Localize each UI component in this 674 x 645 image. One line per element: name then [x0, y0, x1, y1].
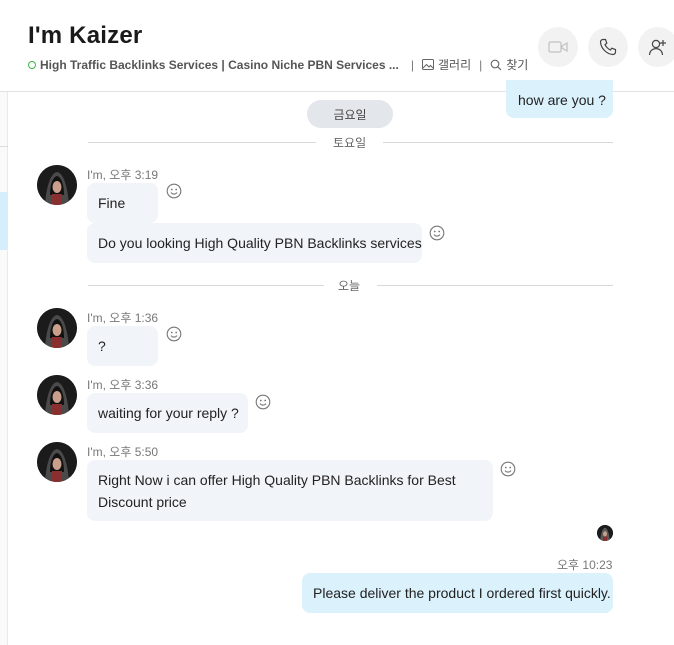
message-meta: I'm, 오후 5:50 — [87, 445, 159, 459]
find-label: 찾기 — [506, 58, 529, 72]
gallery-icon — [421, 59, 434, 70]
message-text-line: Discount price — [98, 494, 187, 510]
sticky-date-pill: 금요일 — [307, 100, 393, 128]
outgoing-message[interactable]: Please deliver the product I ordered fir… — [302, 573, 613, 613]
add-people-button[interactable] — [638, 27, 674, 67]
message-timestamp: 오후 10:23 — [557, 558, 613, 572]
mood-message: High Traffic Backlinks Services | Casino… — [40, 57, 399, 72]
date-divider-line — [88, 142, 316, 143]
find-link[interactable]: 찾기 — [490, 56, 528, 73]
search-icon — [490, 59, 502, 70]
avatar[interactable] — [37, 165, 77, 205]
separator: | — [479, 57, 483, 72]
message-meta: I'm, 오후 1:36 — [87, 311, 159, 325]
smiley-reaction-icon[interactable] — [500, 461, 516, 477]
read-receipt-avatar — [597, 525, 613, 541]
phone-call-icon — [599, 38, 617, 56]
video-call-icon — [548, 41, 568, 53]
date-divider-line — [377, 285, 613, 286]
hooded-figure-icon — [37, 165, 77, 205]
chat-header: I'm Kaizer High Traffic Backlinks Servic… — [0, 0, 674, 92]
incoming-message[interactable]: Do you looking High Quality PBN Backlink… — [87, 223, 422, 263]
message-meta: I'm, 오후 3:19 — [87, 168, 159, 182]
incoming-message[interactable]: Right Now i can offer High Quality PBN B… — [87, 460, 493, 521]
hooded-figure-icon — [37, 375, 77, 415]
hooded-figure-icon — [37, 308, 77, 348]
avatar[interactable] — [37, 375, 77, 415]
outgoing-message[interactable]: how are you ? — [506, 80, 613, 118]
incoming-message[interactable]: ? — [87, 326, 158, 366]
smiley-reaction-icon[interactable] — [166, 326, 182, 342]
incoming-message[interactable]: Fine — [87, 183, 158, 223]
smiley-reaction-icon[interactable] — [429, 225, 445, 241]
add-person-icon — [648, 39, 666, 56]
separator: | — [410, 57, 414, 72]
date-divider-label: 오늘 — [338, 279, 361, 293]
avatar[interactable] — [37, 442, 77, 482]
message-meta: I'm, 오후 3:36 — [87, 378, 159, 392]
date-divider-label: 토요일 — [333, 136, 367, 150]
message-text: how are you ? — [518, 92, 606, 108]
video-call-button[interactable] — [538, 27, 578, 67]
smiley-reaction-icon[interactable] — [166, 183, 182, 199]
online-status-icon — [28, 60, 36, 69]
date-divider-line — [383, 142, 613, 143]
audio-call-button[interactable] — [588, 27, 628, 67]
gallery-link[interactable]: 갤러리 — [421, 56, 472, 73]
avatar[interactable] — [37, 308, 77, 348]
contact-subline: High Traffic Backlinks Services | Casino… — [28, 56, 528, 73]
date-divider-line — [88, 285, 324, 286]
incoming-message[interactable]: waiting for your reply ? — [87, 393, 248, 433]
smiley-reaction-icon[interactable] — [255, 394, 271, 410]
hooded-figure-icon — [597, 525, 613, 541]
contact-name[interactable]: I'm Kaizer — [28, 22, 142, 50]
message-list[interactable]: how are you ? 금요일 토요일 I'm, 오후 3:19 Fine … — [0, 80, 674, 645]
gallery-label: 갤러리 — [437, 58, 472, 72]
message-text-line: Right Now i can offer High Quality PBN B… — [98, 472, 456, 488]
hooded-figure-icon — [37, 442, 77, 482]
